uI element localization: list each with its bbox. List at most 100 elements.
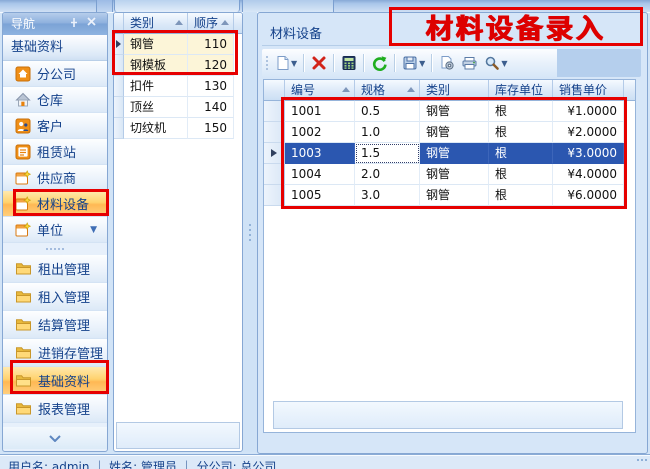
magnifier-icon (484, 55, 500, 71)
grid-cell-code[interactable]: 1003 (285, 143, 355, 164)
grid-cell-code[interactable]: 1001 (285, 101, 355, 122)
options-button[interactable] (437, 52, 457, 74)
save-button[interactable]: ▼ (400, 52, 427, 74)
sidebar-item-branch[interactable]: 分公司 (3, 61, 107, 87)
grid-column-header-spec[interactable]: 规格 (355, 80, 420, 101)
grid-column-header-category[interactable]: 类别 (420, 80, 489, 101)
grid-cell-unit[interactable]: 根 (489, 101, 553, 122)
sidebar-item-label: 材料设备 (37, 194, 89, 213)
toolbar-separator (333, 54, 335, 72)
search-button[interactable]: ▼ (482, 52, 509, 74)
grid-column-header-price[interactable]: 销售单价 (553, 80, 624, 101)
sidebar-module-rent-in[interactable]: 租入管理 (3, 283, 107, 311)
new-button[interactable]: ▼ (273, 52, 299, 74)
sidebar-module-settlement[interactable]: 结算管理 (3, 311, 107, 339)
grid-cell-spec[interactable]: 0.5 (355, 101, 420, 122)
form-star-icon (15, 222, 31, 238)
grid-cell-spec[interactable]: 1.0 (355, 122, 420, 143)
grid-cell-price[interactable]: ¥6.0000 (553, 185, 624, 206)
grid-cell-unit[interactable]: 根 (489, 164, 553, 185)
grid-cell-code[interactable]: 1005 (285, 185, 355, 206)
category-column-header-name[interactable]: 类别 (124, 13, 188, 34)
grid-cell-price[interactable]: ¥2.0000 (553, 122, 624, 143)
folder-icon (15, 289, 32, 304)
sidebar-module-basic-data[interactable]: 基础资料 (3, 367, 107, 395)
calculator-icon (341, 55, 357, 71)
row-indicator (114, 97, 124, 118)
chevron-down-icon: ▼ (501, 59, 507, 68)
sidebar-module-rent-out[interactable]: 租出管理 (3, 255, 107, 283)
grid-cell-code[interactable]: 1004 (285, 164, 355, 185)
grid-cell-price[interactable]: ¥1.0000 (553, 101, 624, 122)
refresh-button[interactable] (369, 52, 390, 74)
category-cell[interactable]: 切纹机 (124, 118, 188, 139)
toolbar-separator (394, 54, 396, 72)
category-cell[interactable]: 150 (188, 118, 234, 139)
toolbar: ▼ ▼ ▼ (262, 49, 557, 77)
grid-cell-category[interactable]: 钢管 (420, 185, 489, 206)
category-cell[interactable]: 130 (188, 76, 234, 97)
toolbar-separator (431, 54, 433, 72)
folder-icon (15, 401, 32, 416)
grid-focused-cell-spec[interactable]: 1.5 (355, 143, 420, 164)
sidebar-module-inventory[interactable]: 进销存管理 (3, 339, 107, 367)
print-button[interactable] (459, 52, 480, 74)
calculator-button[interactable] (339, 52, 359, 74)
branch-icon (15, 66, 31, 82)
panel-splitter[interactable] (243, 12, 257, 452)
grid-cell-price[interactable]: ¥4.0000 (553, 164, 624, 185)
sidebar-splitter-handle[interactable] (3, 245, 107, 253)
delete-button[interactable] (309, 52, 329, 74)
grid-cell-price[interactable]: ¥3.0000 (553, 143, 624, 164)
category-cell[interactable]: 顶丝 (124, 97, 188, 118)
sidebar-item-label: 租出管理 (38, 259, 90, 278)
status-bar: 用户名: admin ｜ 姓名: 管理员 ｜ 分公司: 总公司 (0, 454, 650, 469)
toolbar-background (557, 49, 641, 77)
sidebar-item-rental-station[interactable]: 租赁站 (3, 139, 107, 165)
sidebar-item-unit[interactable]: 单位 ▼ (3, 217, 107, 243)
close-icon[interactable] (87, 17, 101, 31)
grid-column-header-code[interactable]: 编号 (285, 80, 355, 101)
sidebar-collapse-chevron[interactable] (3, 427, 107, 449)
pin-icon[interactable] (69, 17, 83, 31)
chevron-down-icon[interactable]: ▼ (90, 225, 97, 235)
sidebar-item-materials[interactable]: 材料设备 (3, 191, 107, 217)
category-column-header-order[interactable]: 顺序 (188, 13, 234, 34)
save-icon (402, 55, 418, 71)
grid-cell-category[interactable]: 钢管 (420, 143, 489, 164)
sidebar-item-label: 租入管理 (38, 287, 90, 306)
sidebar-item-label: 进销存管理 (38, 343, 103, 362)
category-cell[interactable]: 120 (188, 55, 234, 76)
category-cell[interactable]: 钢模板 (124, 55, 188, 76)
sidebar-item-label: 报表管理 (38, 399, 90, 418)
sidebar-item-supplier[interactable]: 供应商 (3, 165, 107, 191)
grid-cell-unit[interactable]: 根 (489, 143, 553, 164)
toolbar-grip[interactable] (266, 56, 268, 70)
sidebar-item-warehouse[interactable]: 仓库 (3, 87, 107, 113)
grid-cell-spec[interactable]: 2.0 (355, 164, 420, 185)
category-cell[interactable]: 140 (188, 97, 234, 118)
materials-grid: 编号 规格 类别 库存单位 销售单价 1001 0.5 钢管 根 ¥1.0000… (263, 79, 636, 433)
category-cell[interactable]: 扣件 (124, 76, 188, 97)
category-cell[interactable]: 110 (188, 34, 234, 55)
category-cell[interactable]: 钢管 (124, 34, 188, 55)
sidebar-item-customer[interactable]: 客户 (3, 113, 107, 139)
grid-column-header-unit[interactable]: 库存单位 (489, 80, 553, 101)
grid-cell-spec[interactable]: 3.0 (355, 185, 420, 206)
grid-cell-category[interactable]: 钢管 (420, 164, 489, 185)
grid-cell-code[interactable]: 1002 (285, 122, 355, 143)
form-star-icon (15, 196, 31, 212)
column-header-label: 库存单位 (495, 83, 543, 97)
grid-cell-category[interactable]: 钢管 (420, 101, 489, 122)
resize-grip[interactable] (637, 459, 647, 461)
sidebar-item-label: 供应商 (37, 168, 76, 187)
category-indicator-header (114, 13, 124, 34)
sidebar-module-reports[interactable]: 报表管理 (3, 395, 107, 423)
folder-icon (15, 373, 32, 388)
chevron-down-icon: ▼ (419, 59, 425, 68)
sidebar-titlebar: 导航 (3, 13, 107, 35)
grid-cell-category[interactable]: 钢管 (420, 122, 489, 143)
grid-cell-unit[interactable]: 根 (489, 185, 553, 206)
grid-cell-unit[interactable]: 根 (489, 122, 553, 143)
top-strip-segment (114, 0, 240, 12)
